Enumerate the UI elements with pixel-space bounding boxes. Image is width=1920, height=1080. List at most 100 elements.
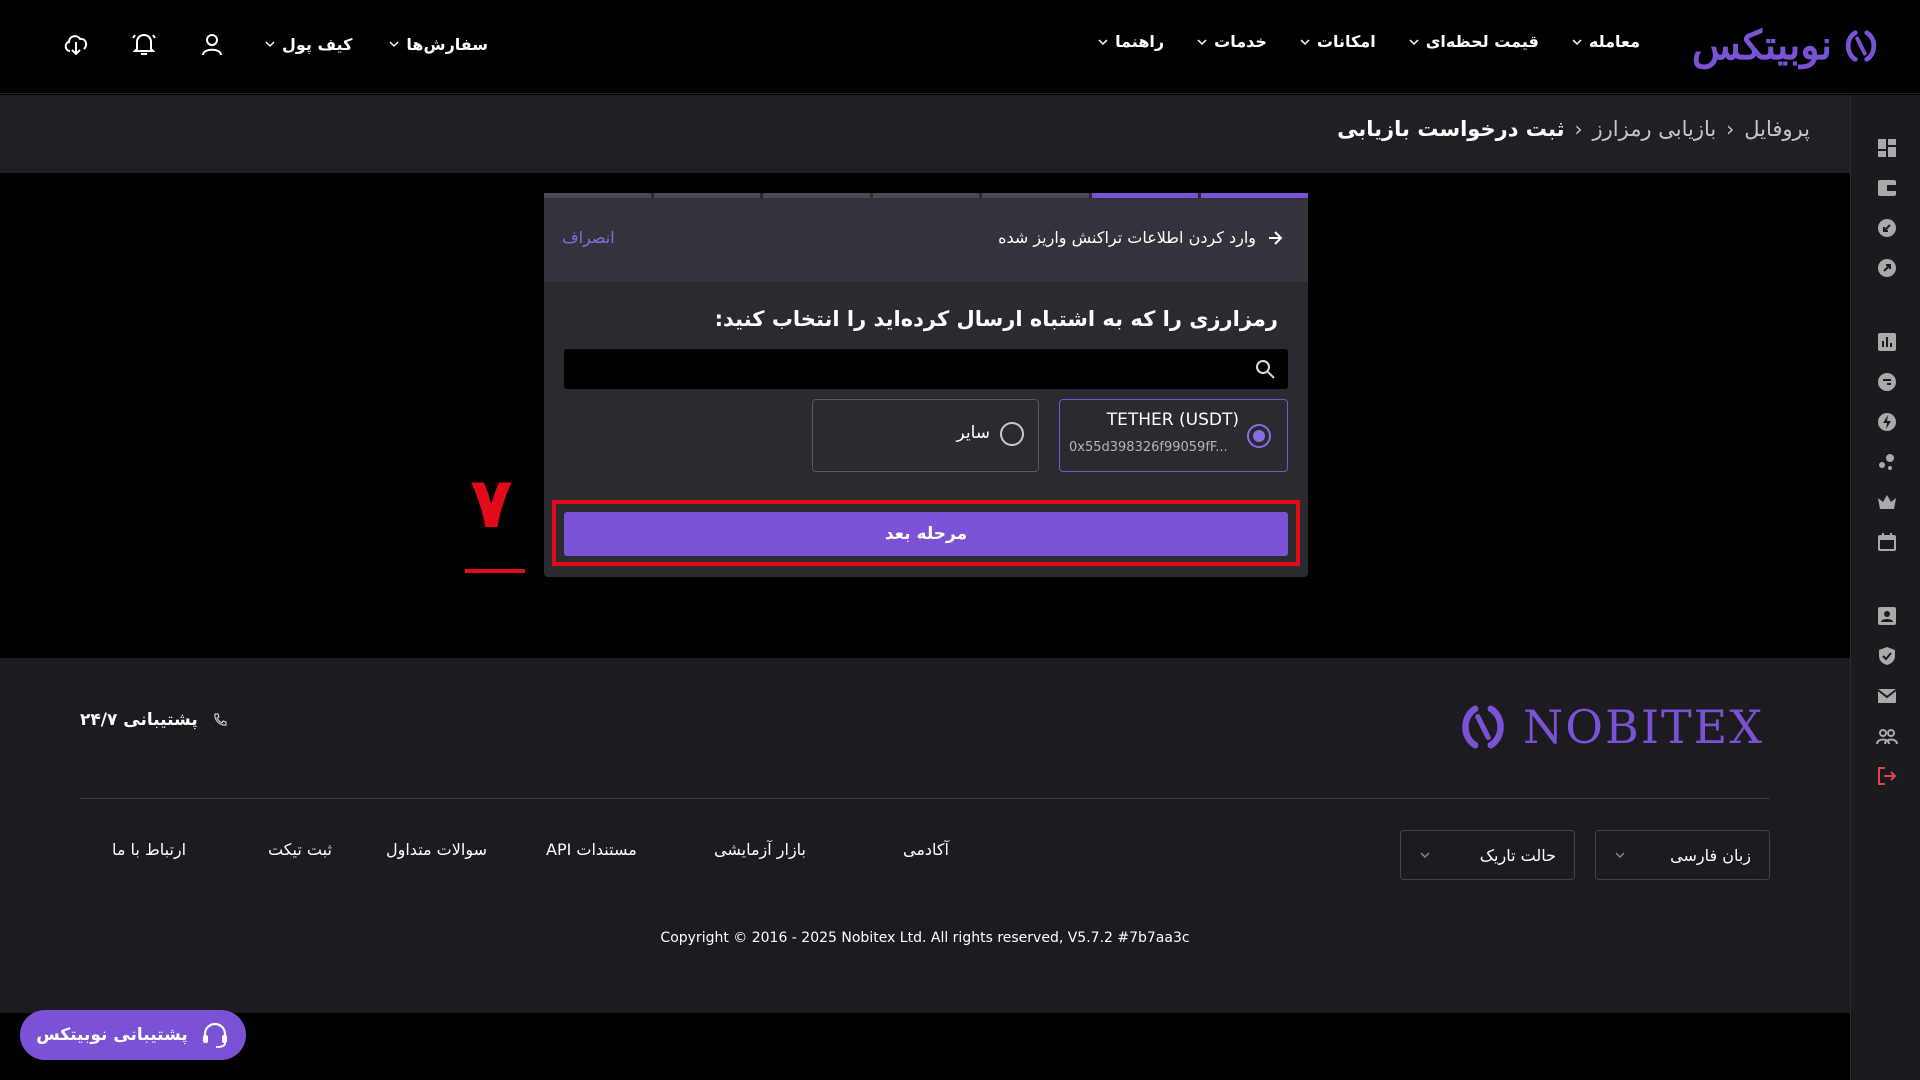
breadcrumb-profile[interactable]: پروفایل: [1744, 117, 1810, 141]
footer: NOBITEX پشتیبانی ۲۴/۷ آکادمی بازار آزمای…: [0, 658, 1850, 1013]
chevron-down-icon: [1409, 38, 1419, 45]
breadcrumb-current: ثبت درخواست بازیابی: [1337, 117, 1565, 141]
search-icon: [1256, 360, 1275, 379]
nav-item-orders[interactable]: سفارش‌ها: [388, 35, 488, 54]
download-app-button[interactable]: [60, 28, 92, 60]
logout-icon[interactable]: [1876, 765, 1898, 787]
bell-icon: [132, 33, 156, 55]
chevron-down-icon: [1572, 38, 1582, 45]
nav-item-trade[interactable]: معامله: [1571, 32, 1640, 51]
support-24-7-label: پشتیبانی ۲۴/۷: [80, 710, 198, 730]
language-select[interactable]: زبان فارسی: [1595, 830, 1770, 880]
nav-label: قیمت لحظه‌ای: [1425, 32, 1539, 51]
lightning-icon[interactable]: [1876, 411, 1898, 433]
nobitex-logo-icon: [1845, 29, 1877, 62]
notifications-button[interactable]: [128, 28, 160, 60]
cancel-link[interactable]: انصراف: [562, 228, 615, 247]
logo-text: نوبیتکس: [1691, 22, 1832, 69]
chevron-down-icon: [1098, 38, 1108, 45]
nav-label: خدمات: [1214, 32, 1267, 51]
headset-icon: [202, 1022, 227, 1048]
coin-option-usdt[interactable]: TETHER (USDT) 0x55d398326f99059fF...: [1059, 399, 1288, 472]
main-nav: معامله قیمت لحظه‌ای امکانات خدمات راهنما: [1097, 32, 1640, 51]
mail-icon[interactable]: [1876, 685, 1898, 707]
radio-unselected[interactable]: [1000, 422, 1024, 446]
user-nav: سفارش‌ها کیف پول: [60, 28, 488, 60]
nav-item-help[interactable]: راهنما: [1097, 32, 1164, 51]
nav-label: سفارش‌ها: [406, 34, 489, 54]
security-shield-icon[interactable]: [1876, 645, 1898, 667]
chevron-down-icon: [265, 41, 275, 48]
footer-divider: [80, 798, 1770, 799]
annotation-step-number: ۷: [470, 462, 513, 544]
nav-item-prices[interactable]: قیمت لحظه‌ای: [1408, 32, 1539, 51]
profile-button[interactable]: [196, 28, 228, 60]
exchange-icon[interactable]: [1876, 371, 1898, 393]
user-icon: [202, 34, 222, 56]
footer-logo[interactable]: NOBITEX: [1457, 700, 1764, 754]
footer-link-paper-trading[interactable]: بازار آزمایشی: [714, 840, 806, 859]
annotation-underline: [465, 569, 525, 573]
chevron-down-icon: [1197, 38, 1207, 45]
phone-icon: [214, 713, 227, 726]
search-input[interactable]: [574, 349, 1224, 389]
wallet-icon[interactable]: [1876, 177, 1898, 199]
highlight-box: مرحله بعد: [552, 500, 1300, 566]
chevron-down-icon: [1300, 38, 1310, 45]
nobitex-logo-icon: [1462, 705, 1504, 749]
next-step-button[interactable]: مرحله بعد: [564, 512, 1288, 556]
coin-name: TETHER (USDT): [1106, 410, 1239, 430]
copyright: Copyright © 2016 - 2025 Nobitex Ltd. All…: [660, 930, 1190, 946]
nav-label: امکانات: [1316, 32, 1376, 51]
footer-logo-text: NOBITEX: [1523, 700, 1764, 754]
card-title: وارد کردن اطلاعات تراکنش واریز شده: [998, 228, 1284, 247]
withdraw-icon[interactable]: [1876, 257, 1898, 279]
select-coin-question: رمزارزی را که به اشتباه ارسال کرده‌اید ر…: [714, 307, 1278, 331]
support-chat-label: پشتیبانی نوبیتکس: [36, 1025, 188, 1045]
report-icon[interactable]: [1876, 331, 1898, 353]
chevron-down-icon: [1615, 852, 1625, 859]
footer-link-faq[interactable]: سوالات متداول: [386, 840, 487, 859]
support-chat-button[interactable]: پشتیبانی نوبیتکس: [20, 1010, 246, 1060]
radio-selected[interactable]: [1247, 424, 1271, 448]
cloud-download-icon: [64, 35, 88, 56]
language-label: زبان فارسی: [1670, 845, 1751, 865]
breadcrumb-recovery[interactable]: بازیابی رمزارز: [1592, 117, 1716, 141]
calendar-icon[interactable]: [1876, 531, 1898, 553]
arrow-back-icon[interactable]: [1266, 229, 1284, 247]
chevron-left-icon: ‹: [1574, 117, 1583, 141]
nav-item-services[interactable]: خدمات: [1196, 32, 1267, 51]
coin-option-other[interactable]: سایر: [812, 399, 1039, 472]
crown-icon[interactable]: [1876, 491, 1898, 513]
right-sidebar: [1850, 95, 1920, 1080]
chevron-left-icon: ‹: [1726, 117, 1735, 141]
nav-item-features[interactable]: امکانات: [1299, 32, 1376, 51]
breadcrumb: پروفایل ‹ بازیابی رمزارز ‹ ثبت درخواست ب…: [1337, 117, 1810, 141]
referral-users-icon[interactable]: [1876, 725, 1898, 747]
theme-label: حالت تاریک: [1479, 845, 1556, 865]
support-24-7[interactable]: پشتیبانی ۲۴/۷: [80, 710, 228, 730]
nav-label: معامله: [1588, 32, 1640, 51]
nav-label: راهنما: [1115, 32, 1165, 51]
search-box: [564, 349, 1288, 389]
network-icon[interactable]: [1876, 451, 1898, 473]
coin-address: 0x55d398326f99059fF...: [1069, 440, 1228, 455]
card-header: وارد کردن اطلاعات تراکنش واریز شده انصرا…: [544, 198, 1308, 282]
recovery-card: وارد کردن اطلاعات تراکنش واریز شده انصرا…: [544, 193, 1309, 577]
card-title-text: وارد کردن اطلاعات تراکنش واریز شده: [998, 228, 1256, 247]
top-header: نوبیتکس معامله قیمت لحظه‌ای امکانات خدما…: [0, 0, 1920, 94]
nav-label: کیف پول: [282, 34, 353, 54]
footer-link-ticket[interactable]: ثبت تیکت: [268, 840, 332, 859]
chevron-down-icon: [1420, 852, 1430, 859]
deposit-icon[interactable]: [1876, 217, 1898, 239]
coin-name: سایر: [956, 423, 990, 443]
footer-link-academy[interactable]: آکادمی: [903, 840, 949, 859]
footer-link-api-docs[interactable]: مستندات API: [546, 840, 637, 859]
breadcrumb-bar: پروفایل ‹ بازیابی رمزارز ‹ ثبت درخواست ب…: [0, 95, 1850, 173]
logo[interactable]: نوبیتکس: [1692, 22, 1880, 69]
dashboard-icon[interactable]: [1876, 137, 1898, 159]
nav-item-wallet[interactable]: کیف پول: [264, 35, 352, 54]
theme-select[interactable]: حالت تاریک: [1400, 830, 1575, 880]
footer-link-contact[interactable]: ارتباط با ما: [112, 840, 186, 859]
identity-icon[interactable]: [1876, 605, 1898, 627]
